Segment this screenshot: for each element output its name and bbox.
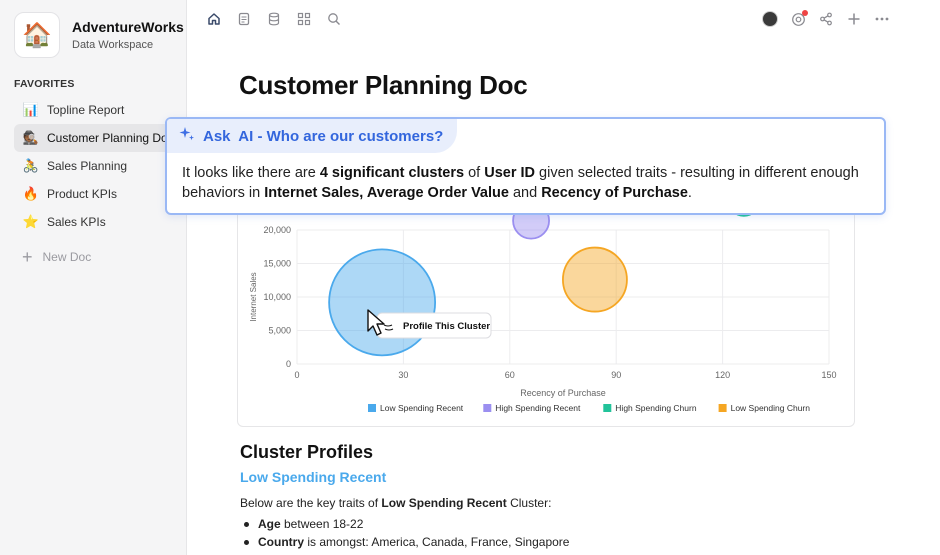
ask-ai-panel: Ask AI - Who are our customers? It looks… (165, 117, 886, 215)
house-icon: 🏠 (14, 12, 60, 58)
more-icon[interactable] (874, 11, 890, 27)
fire-icon: 🔥 (22, 186, 40, 201)
ai-answer-text: of (464, 165, 485, 181)
share-icon[interactable] (818, 11, 834, 27)
legend-label: Low Spending Recent (380, 403, 464, 413)
bubble-low-spending-recent (328, 248, 437, 357)
sidebar-item-label: Sales Planning (47, 159, 128, 173)
cluster-bubble-chart: 0 5,000 10,000 15,000 20,000 0 30 60 90 120 150 Rec… (249, 197, 837, 413)
ai-answer-highlight: User ID (484, 165, 536, 181)
x-tick-label: 30 (398, 370, 408, 380)
avatar[interactable] (762, 11, 778, 27)
cluster-name-heading: Low Spending Recent (240, 469, 387, 485)
ask-ai-answer: It looks like there are 4 significant cl… (182, 163, 872, 203)
notification-dot (802, 10, 808, 16)
ask-ai-header[interactable]: Ask AI - Who are our customers? (167, 119, 457, 153)
x-tick-label: 150 (821, 370, 836, 380)
detective-icon: 🕵🏾 (22, 130, 40, 145)
cyclist-icon: 🚴 (22, 158, 40, 173)
ai-answer-highlight: Internet Sales, Average Order Value (264, 185, 509, 201)
sidebar-item-topline-report[interactable]: 📊 Topline Report (14, 96, 184, 124)
workspace-header[interactable]: 🏠 AdventureWorks Data Workspace (14, 12, 184, 58)
intro-text: Below are the key traits of (240, 496, 382, 510)
favorites-heading: FAVORITES (14, 78, 75, 90)
database-icon[interactable] (266, 11, 282, 27)
sidebar-item-label: Sales KPIs (47, 215, 106, 229)
legend-label: High Spending Recent (495, 403, 581, 413)
trait-name: Age (258, 517, 281, 531)
tooltip-label: Profile This Cluster (403, 321, 490, 332)
x-tick-label: 0 (294, 370, 299, 380)
list-item: Age between 18-22 (244, 515, 569, 533)
sidebar-item-sales-planning[interactable]: 🚴 Sales Planning (14, 152, 184, 180)
home-icon[interactable] (206, 11, 222, 27)
trait-name: Country (258, 535, 304, 549)
sidebar-item-label: Product KPIs (47, 187, 118, 201)
list-item: Country is amongst: America, Canada, Fra… (244, 533, 569, 551)
x-tick-label: 60 (505, 370, 515, 380)
new-doc-label: New Doc (42, 250, 92, 264)
sidebar-item-customer-planning-doc[interactable]: 🕵🏾 Customer Planning Doc (14, 124, 184, 152)
x-tick-label: 90 (611, 370, 621, 380)
y-tick-label: 10,000 (263, 292, 291, 302)
y-tick-label: 0 (286, 359, 291, 369)
apps-icon[interactable] (296, 11, 312, 27)
workspace-subtitle: Data Workspace (72, 39, 154, 51)
ai-answer-text: . (687, 185, 692, 201)
sidebar-item-sales-kpis[interactable]: ⭐ Sales KPIs (14, 208, 184, 236)
sidebar-item-product-kpis[interactable]: 🔥 Product KPIs (14, 180, 184, 208)
cluster-profiles-heading: Cluster Profiles (240, 442, 374, 462)
legend-label: High Spending Churn (615, 403, 697, 413)
legend-swatch (603, 404, 612, 412)
sidebar-item-label: Customer Planning Doc (47, 131, 174, 145)
ask-ai-question: Ask AI - Who are our customers? (203, 127, 444, 145)
cluster-intro: Below are the key traits of Low Spending… (240, 496, 551, 510)
y-tick-label: 15,000 (263, 259, 291, 269)
workspace-name: AdventureWorks (72, 19, 184, 35)
ai-answer-text: It looks like there are (182, 165, 320, 181)
trait-value: is amongst: America, Canada, France, Sin… (304, 535, 570, 549)
legend-swatch (718, 404, 727, 412)
document-icon[interactable] (236, 11, 252, 27)
plus-icon: + (22, 247, 33, 267)
ai-answer-highlight: 4 significant clusters (319, 165, 465, 181)
search-icon[interactable] (326, 11, 342, 27)
legend-label: Low Spending Churn (731, 403, 811, 413)
y-tick-label: 20,000 (263, 225, 291, 235)
legend-swatch (368, 404, 376, 412)
bar-chart-icon: 📊 (22, 102, 40, 117)
new-doc-button[interactable]: + New Doc (22, 248, 91, 266)
toolbar-left (206, 9, 342, 29)
toolbar-right (762, 9, 890, 29)
star-icon: ⭐ (22, 214, 40, 229)
sidebar-item-label: Topline Report (47, 103, 125, 117)
page-title: Customer Planning Doc (239, 70, 528, 100)
legend-swatch (483, 404, 492, 412)
cluster-traits-list: Age between 18-22 Country is amongst: Am… (244, 515, 569, 551)
ai-answer-highlight: Recency of Purchase (541, 185, 688, 201)
y-axis-label: Internet Sales (249, 272, 258, 321)
intro-cluster-name: Low Spending Recent (381, 496, 507, 510)
x-tick-label: 120 (715, 370, 730, 380)
favorites-list: 📊 Topline Report 🕵🏾 Customer Planning Do… (14, 96, 184, 236)
mention-icon[interactable] (790, 10, 808, 27)
sparkle-icon (179, 126, 195, 147)
y-tick-label: 5,000 (268, 326, 291, 336)
plus-icon[interactable] (846, 11, 862, 27)
x-axis-label: Recency of Purchase (520, 388, 606, 398)
ai-answer-text: and (508, 185, 542, 201)
trait-value: between 18-22 (280, 517, 364, 531)
intro-text: Cluster: (506, 496, 552, 510)
sidebar: 🏠 AdventureWorks Data Workspace FAVORITE… (0, 0, 187, 555)
cluster-chart-card: 0 5,000 10,000 15,000 20,000 0 30 60 90 120 150 Rec… (237, 196, 855, 427)
bubble-low-spending-churn (562, 246, 628, 313)
